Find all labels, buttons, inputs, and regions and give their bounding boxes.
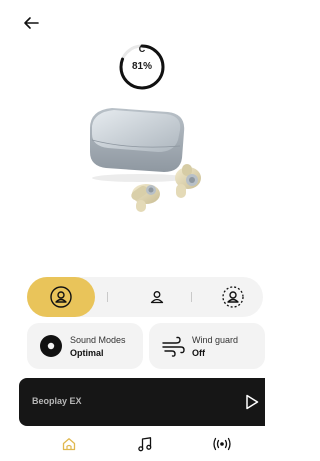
person-icon: [50, 286, 72, 308]
sound-modes-card[interactable]: Sound Modes Optimal: [27, 323, 143, 369]
person-dashed-icon: [222, 286, 244, 308]
mini-player[interactable]: Beoplay EX: [19, 378, 265, 426]
listening-mode-noise-cancel[interactable]: [213, 277, 253, 317]
back-button[interactable]: [22, 14, 40, 32]
wind-guard-title: Wind guard: [192, 335, 239, 345]
wind-guard-value: Off: [192, 348, 205, 358]
battery-percentage: 81%: [131, 61, 152, 72]
battery-gauge: C 81%: [116, 41, 168, 93]
wind-icon: [162, 336, 185, 357]
device-name: Beoplay EX: [32, 396, 82, 406]
sound-modes-value: Optimal: [70, 348, 104, 358]
broadcast-icon: [213, 437, 231, 451]
play-icon[interactable]: [245, 394, 259, 410]
arrow-left-icon: [24, 17, 39, 29]
mode-divider: [191, 292, 192, 302]
nav-home[interactable]: [58, 434, 80, 454]
listening-mode-transparency[interactable]: [137, 277, 177, 317]
bottom-navigation: [0, 430, 265, 461]
battery-case-label: C: [138, 44, 146, 54]
speaker-icon: [40, 335, 62, 357]
music-note-icon: [138, 437, 152, 452]
wind-guard-card[interactable]: Wind guard Off: [149, 323, 265, 369]
nav-broadcast[interactable]: [211, 434, 233, 454]
listening-mode-selector: [27, 277, 263, 317]
mode-divider: [107, 292, 108, 302]
person-small-icon: [150, 291, 164, 304]
nav-music[interactable]: [134, 434, 156, 454]
earbuds-image: [70, 100, 220, 225]
home-icon: [62, 438, 76, 451]
listening-mode-adaptive[interactable]: [27, 277, 95, 317]
sound-modes-title: Sound Modes: [70, 335, 126, 345]
